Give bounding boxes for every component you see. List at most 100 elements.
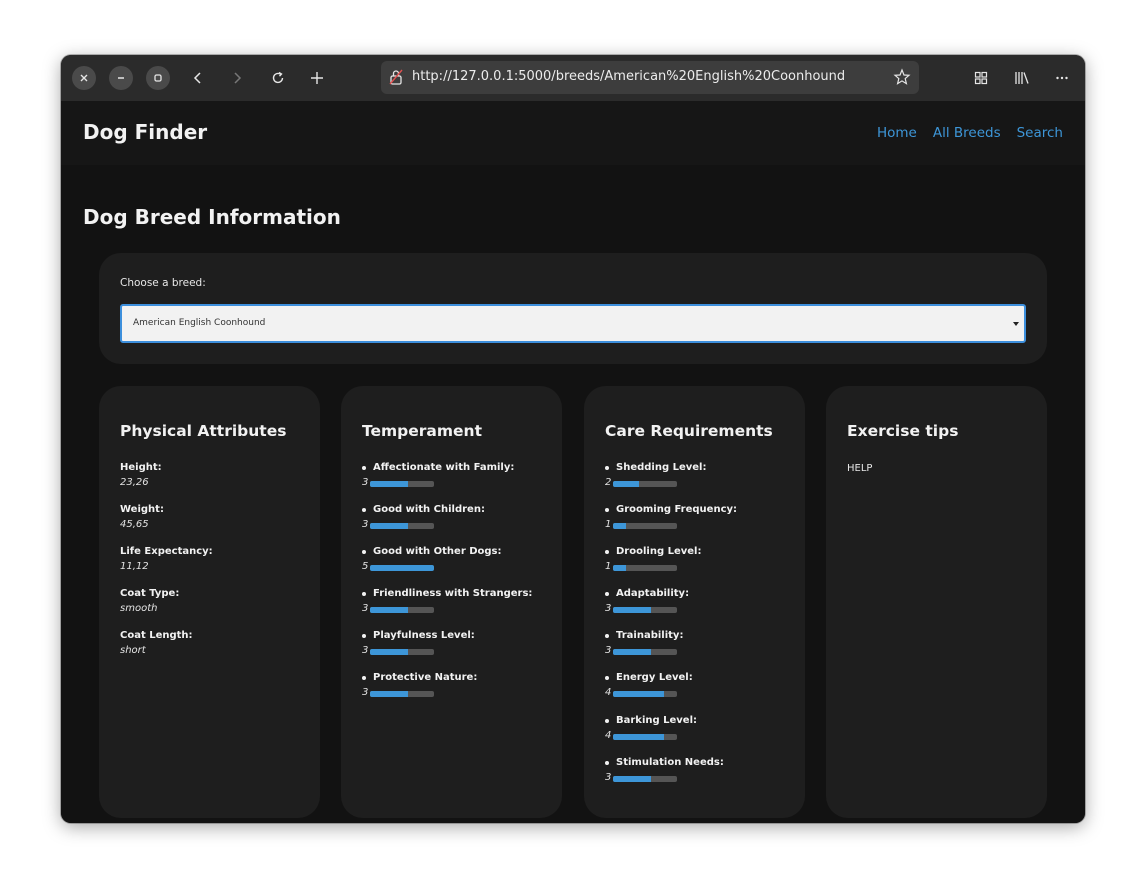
rating-item: Trainability: 3 xyxy=(605,630,683,657)
plus-icon xyxy=(311,72,323,84)
extensions-button[interactable] xyxy=(969,66,993,90)
attr-value: 11,12 xyxy=(120,561,149,572)
rating-label: Drooling Level: xyxy=(605,546,701,557)
address-bar[interactable]: http://127.0.0.1:5000/breeds/American%20… xyxy=(381,61,919,94)
reload-button[interactable] xyxy=(266,66,290,90)
rating-value: 3 xyxy=(362,687,369,698)
menu-button[interactable] xyxy=(1050,66,1074,90)
close-window-button[interactable] xyxy=(72,66,96,90)
new-tab-button[interactable] xyxy=(305,66,329,90)
back-button[interactable] xyxy=(186,66,210,90)
site-header: Dog Finder Home All Breeds Search xyxy=(61,101,1085,165)
rating-bar-fill xyxy=(370,607,409,613)
rating-label: Grooming Frequency: xyxy=(605,504,737,515)
rating-item: Drooling Level: 1 xyxy=(605,546,701,573)
rating-value: 3 xyxy=(362,645,369,656)
insecure-lock-icon[interactable] xyxy=(389,69,403,85)
rating-value: 3 xyxy=(605,645,612,656)
rating-item: Stimulation Needs: 3 xyxy=(605,757,724,784)
attr-height: Height: 23,26 xyxy=(120,462,162,488)
rating-value: 3 xyxy=(605,603,612,614)
page-title: Dog Breed Information xyxy=(83,205,341,229)
attr-label: Coat Length: xyxy=(120,630,193,641)
forward-button[interactable] xyxy=(225,66,249,90)
url-text[interactable]: http://127.0.0.1:5000/breeds/American%20… xyxy=(412,69,845,84)
rating-bar xyxy=(370,649,434,655)
bookmark-star-icon[interactable] xyxy=(893,68,911,86)
rating-label: Good with Children: xyxy=(362,504,485,515)
rating-label: Trainability: xyxy=(605,630,683,641)
rating-value: 4 xyxy=(605,687,612,698)
rating-bar-fill xyxy=(613,649,652,655)
attr-label: Weight: xyxy=(120,504,164,515)
site-brand[interactable]: Dog Finder xyxy=(83,120,207,144)
breed-select-value[interactable]: American English Coonhound xyxy=(133,318,265,328)
rating-bar xyxy=(370,691,434,697)
maximize-window-button[interactable] xyxy=(146,66,170,90)
rating-label: Good with Other Dogs: xyxy=(362,546,502,557)
rating-item: Affectionate with Family: 3 xyxy=(362,462,514,489)
rating-bar xyxy=(613,607,677,613)
exercise-tips-title: Exercise tips xyxy=(847,422,959,440)
rating-item: Friendliness with Strangers: 3 xyxy=(362,588,532,615)
attr-value: short xyxy=(120,645,146,656)
rating-bar xyxy=(370,481,434,487)
rating-bar-fill xyxy=(613,691,665,697)
attr-value: 45,65 xyxy=(120,519,149,530)
attr-weight: Weight: 45,65 xyxy=(120,504,164,530)
minimize-icon xyxy=(118,77,124,79)
rating-bar-fill xyxy=(370,691,409,697)
rating-item: Protective Nature: 3 xyxy=(362,672,477,699)
rating-label: Barking Level: xyxy=(605,715,697,726)
rating-label: Friendliness with Strangers: xyxy=(362,588,532,599)
temperament-card: Temperament Affectionate with Family: 3 … xyxy=(341,386,562,818)
attr-life-expectancy: Life Expectancy: 11,12 xyxy=(120,546,213,572)
rating-bar-fill xyxy=(613,776,652,782)
rating-value: 2 xyxy=(605,477,612,488)
exercise-tips-text: HELP xyxy=(847,463,873,474)
maximize-icon xyxy=(154,74,162,82)
care-requirements-card: Care Requirements Shedding Level: 2 Groo… xyxy=(584,386,805,818)
rating-label: Protective Nature: xyxy=(362,672,477,683)
site-nav: Home All Breeds Search xyxy=(877,125,1063,141)
minimize-window-button[interactable] xyxy=(109,66,133,90)
rating-bar xyxy=(613,734,677,740)
rating-item: Barking Level: 4 xyxy=(605,715,697,742)
dropdown-caret-icon[interactable] xyxy=(1013,322,1019,326)
rating-item: Shedding Level: 2 xyxy=(605,462,707,489)
breed-select[interactable]: American English Coonhound xyxy=(120,304,1026,343)
attr-label: Height: xyxy=(120,462,162,473)
nav-link-all-breeds[interactable]: All Breeds xyxy=(933,125,1001,141)
rating-label: Stimulation Needs: xyxy=(605,757,724,768)
rating-item: Good with Children: 3 xyxy=(362,504,485,531)
rating-bar-fill xyxy=(613,607,652,613)
rating-value: 3 xyxy=(362,519,369,530)
rating-bar xyxy=(370,523,434,529)
rating-bar xyxy=(370,565,434,571)
page-content: Dog Finder Home All Breeds Search Dog Br… xyxy=(61,101,1085,823)
nav-link-search[interactable]: Search xyxy=(1017,125,1063,141)
reload-icon xyxy=(272,71,284,84)
attr-coat-length: Coat Length: short xyxy=(120,630,193,656)
rating-item: Playfulness Level: 3 xyxy=(362,630,475,657)
forward-arrow-icon xyxy=(234,72,242,84)
rating-label: Adaptability: xyxy=(605,588,689,599)
rating-bar xyxy=(613,649,677,655)
rating-value: 3 xyxy=(605,772,612,783)
library-button[interactable] xyxy=(1010,66,1034,90)
rating-value: 3 xyxy=(362,603,369,614)
rating-bar-fill xyxy=(370,523,409,529)
nav-link-home[interactable]: Home xyxy=(877,125,917,141)
rating-value: 4 xyxy=(605,730,612,741)
close-icon xyxy=(80,74,88,82)
rating-bar-fill xyxy=(370,565,434,571)
rating-label: Energy Level: xyxy=(605,672,693,683)
attr-value: smooth xyxy=(120,603,158,614)
attr-coat-type: Coat Type: smooth xyxy=(120,588,179,614)
rating-bar xyxy=(613,523,677,529)
rating-bar xyxy=(613,481,677,487)
temperament-title: Temperament xyxy=(362,422,482,440)
rating-value: 5 xyxy=(362,561,369,572)
rating-item: Good with Other Dogs: 5 xyxy=(362,546,502,573)
breed-selector-card: Choose a breed: American English Coonhou… xyxy=(99,253,1047,364)
